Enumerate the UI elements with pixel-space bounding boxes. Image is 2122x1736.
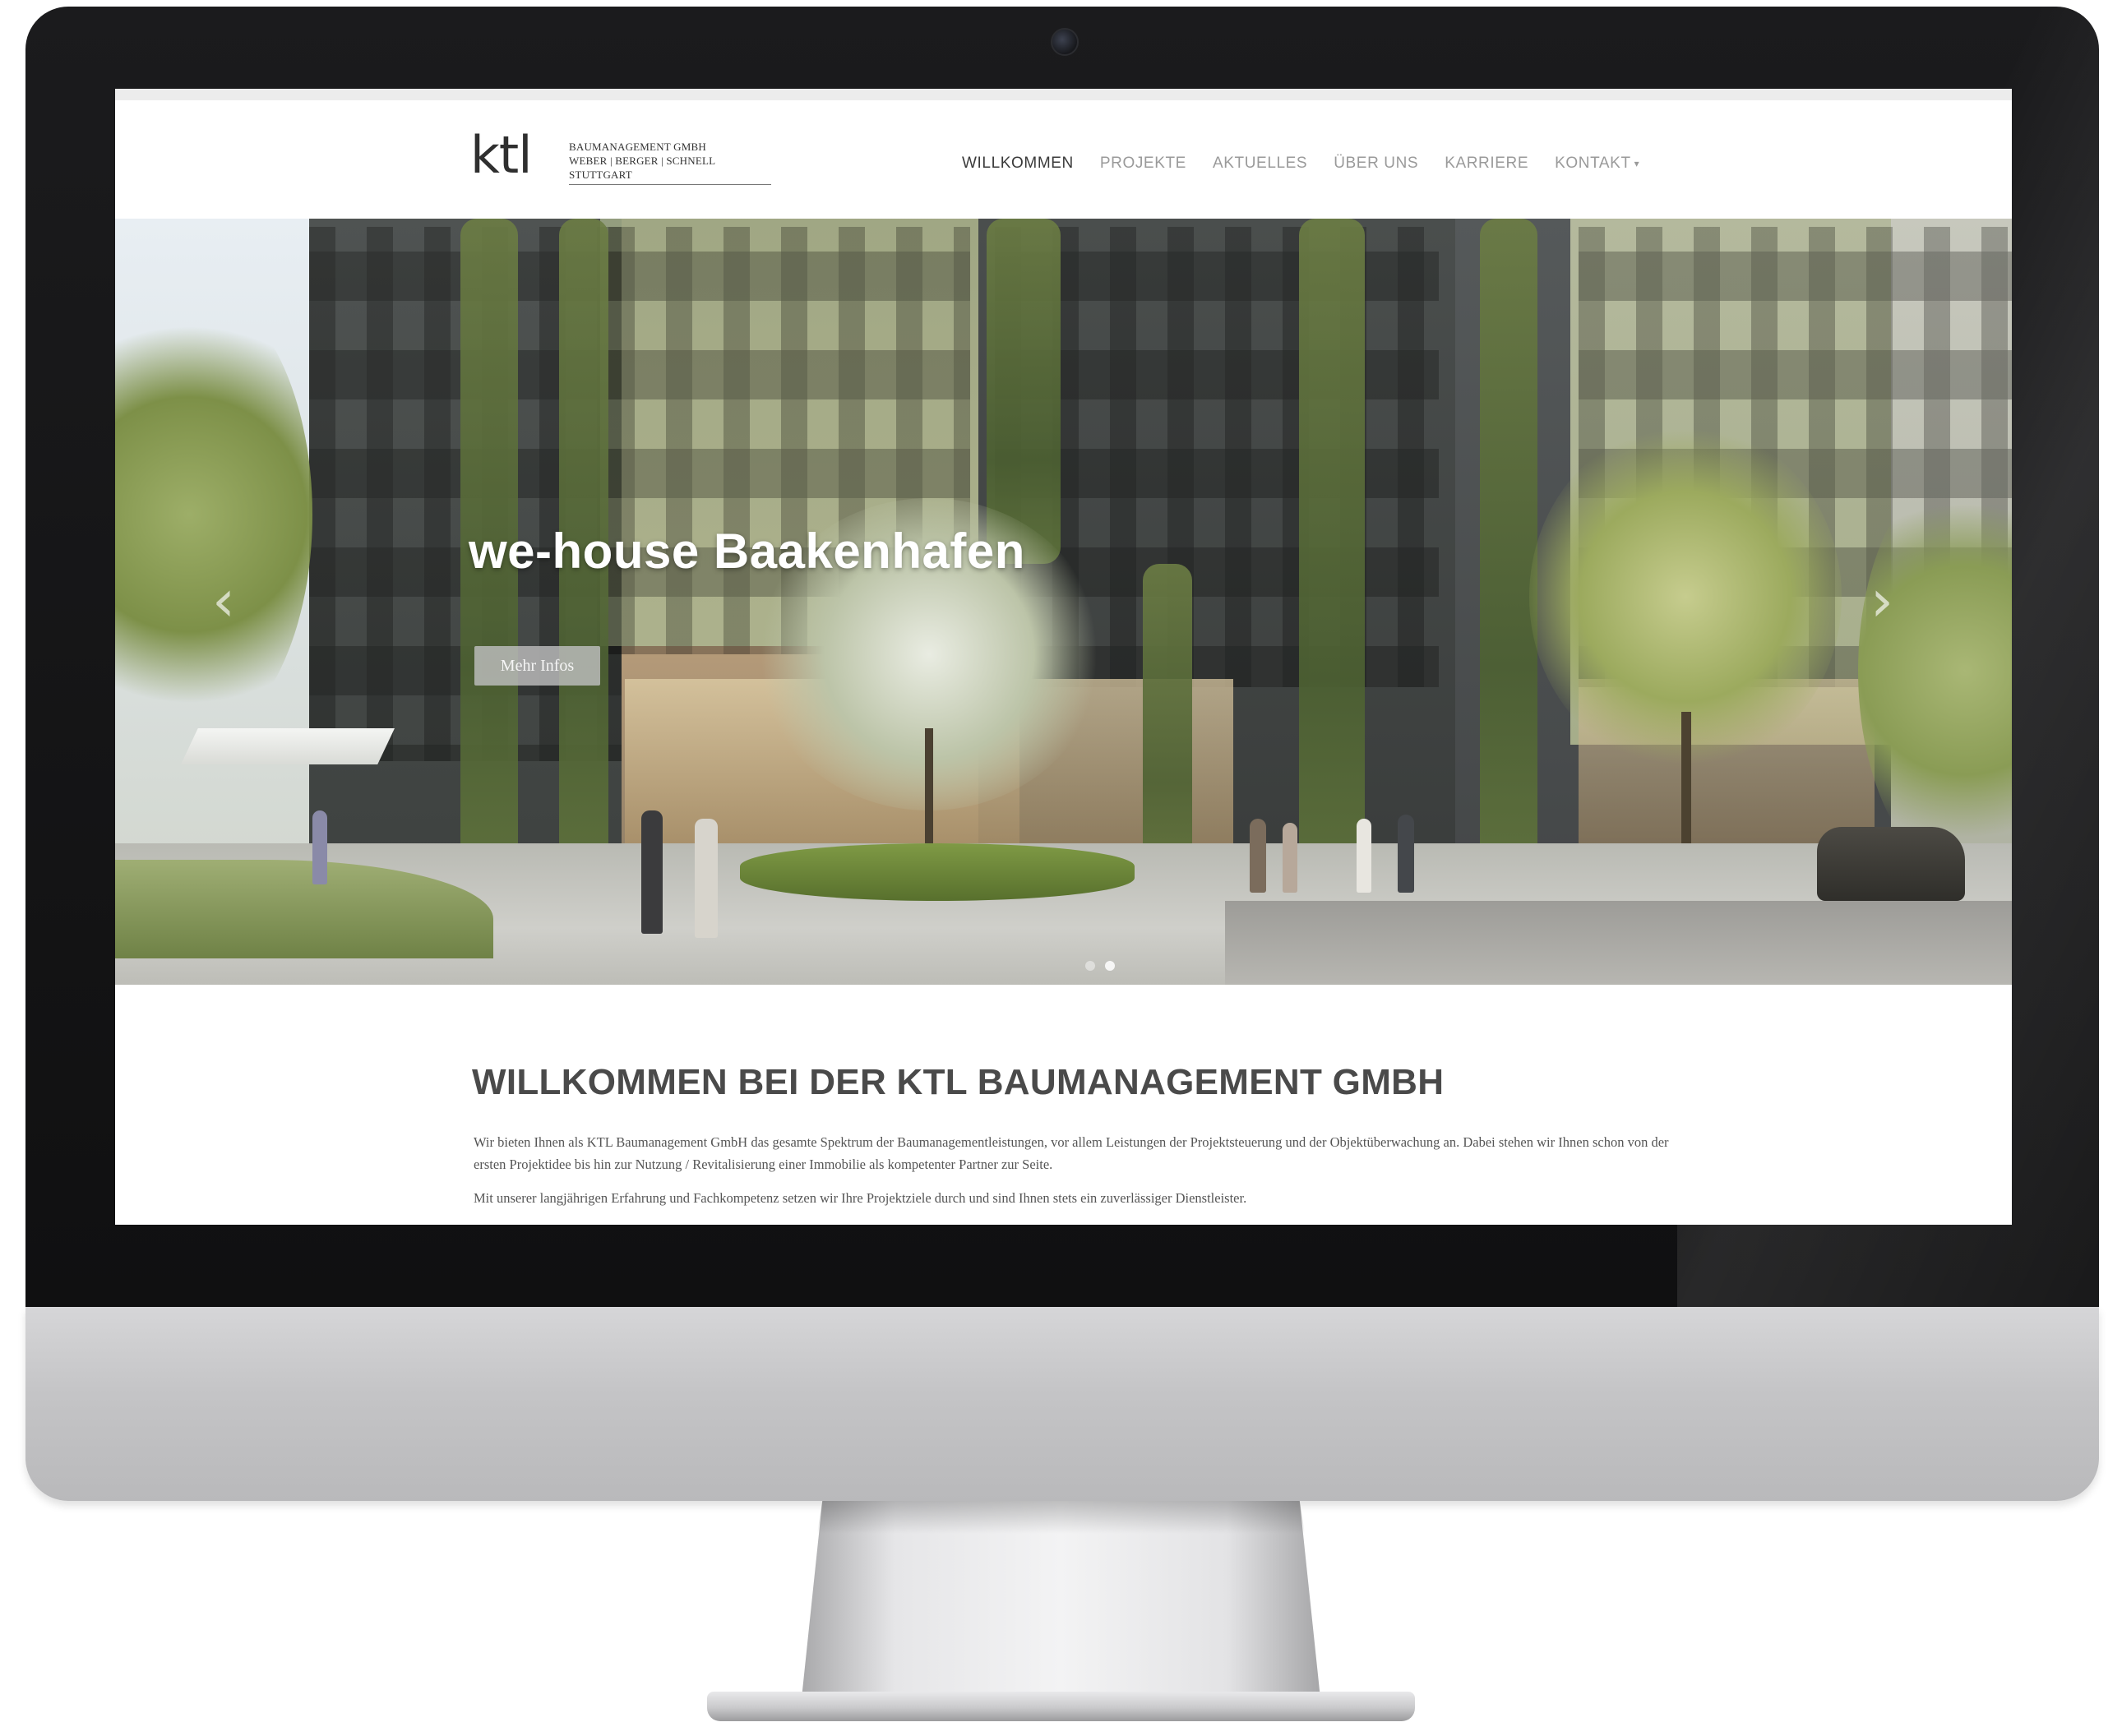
mehr-infos-button[interactable]: Mehr Infos xyxy=(474,646,600,686)
logo-line-3: STUTTGART xyxy=(569,169,632,181)
nav-item-karriere[interactable]: KARRIERE xyxy=(1445,155,1528,173)
ivy-column-5 xyxy=(1299,219,1365,876)
nav-item-kontakt[interactable]: KONTAKT ▾ xyxy=(1555,155,1639,173)
logo-underline xyxy=(569,184,771,185)
person-4 xyxy=(1283,823,1297,893)
monitor-chin xyxy=(25,1307,2099,1501)
stand-shadow xyxy=(816,1501,1306,1534)
logo-line-2: WEBER | BERGER | SCHNELL xyxy=(569,155,716,167)
top-strip xyxy=(115,89,2012,100)
logo-subtitle: BAUMANAGEMENT GMBH WEBER | BERGER | SCHN… xyxy=(569,140,715,182)
planter-bed xyxy=(740,843,1135,901)
nav-item-aktuelles[interactable]: AKTUELLES xyxy=(1213,155,1307,173)
caret-down-icon: ▾ xyxy=(1634,157,1640,169)
logo-line-1: BAUMANAGEMENT GMBH xyxy=(569,141,706,153)
person-7 xyxy=(312,810,327,884)
intro-paragraph-1: Wir bieten Ihnen als KTL Baumanagement G… xyxy=(474,1134,1669,1172)
hero-slider: we-house Baakenhafen Mehr Infos ‹ › xyxy=(115,219,2012,985)
person-3 xyxy=(1250,819,1266,893)
nav-item-projekte[interactable]: PROJEKTE xyxy=(1100,155,1186,173)
main-navigation: WILLKOMMEN PROJEKTE AKTUELLES ÜBER UNS K… xyxy=(962,155,1666,173)
ivy-column-6 xyxy=(1480,219,1537,860)
nav-item-ueber-uns[interactable]: ÜBER UNS xyxy=(1334,155,1418,173)
hero-road xyxy=(1225,901,2012,985)
logo-mark[interactable]: ktl xyxy=(470,130,532,181)
monitor-base xyxy=(707,1692,1415,1721)
person-2 xyxy=(695,819,718,938)
person-5 xyxy=(1357,819,1371,893)
intro-paragraph-2: Mit unserer langjährigen Erfahrung und F… xyxy=(474,1190,1247,1206)
awning xyxy=(181,728,395,764)
chevron-left-icon[interactable]: ‹ xyxy=(212,572,235,630)
tree-trunk-center xyxy=(925,728,933,860)
page-title: WILLKOMMEN BEI DER KTL BAUMANAGEMENT GMB… xyxy=(472,1062,1445,1102)
person-1 xyxy=(641,810,663,934)
slider-dots xyxy=(1085,961,1115,971)
browser-screen: ktl BAUMANAGEMENT GMBH WEBER | BERGER | … xyxy=(115,89,2012,1225)
camera-icon xyxy=(1051,28,1079,56)
ivy-column-4 xyxy=(1143,564,1192,876)
person-6 xyxy=(1398,815,1414,893)
chevron-right-icon[interactable]: › xyxy=(1870,572,1893,630)
slider-dot-2[interactable] xyxy=(1105,961,1115,971)
parked-car xyxy=(1817,827,1965,901)
slider-dot-1[interactable] xyxy=(1085,961,1095,971)
nav-item-willkommen[interactable]: WILLKOMMEN xyxy=(962,155,1074,173)
hero-title: we-house Baakenhafen xyxy=(469,524,1025,579)
nav-item-kontakt-label: KONTAKT xyxy=(1555,155,1631,172)
